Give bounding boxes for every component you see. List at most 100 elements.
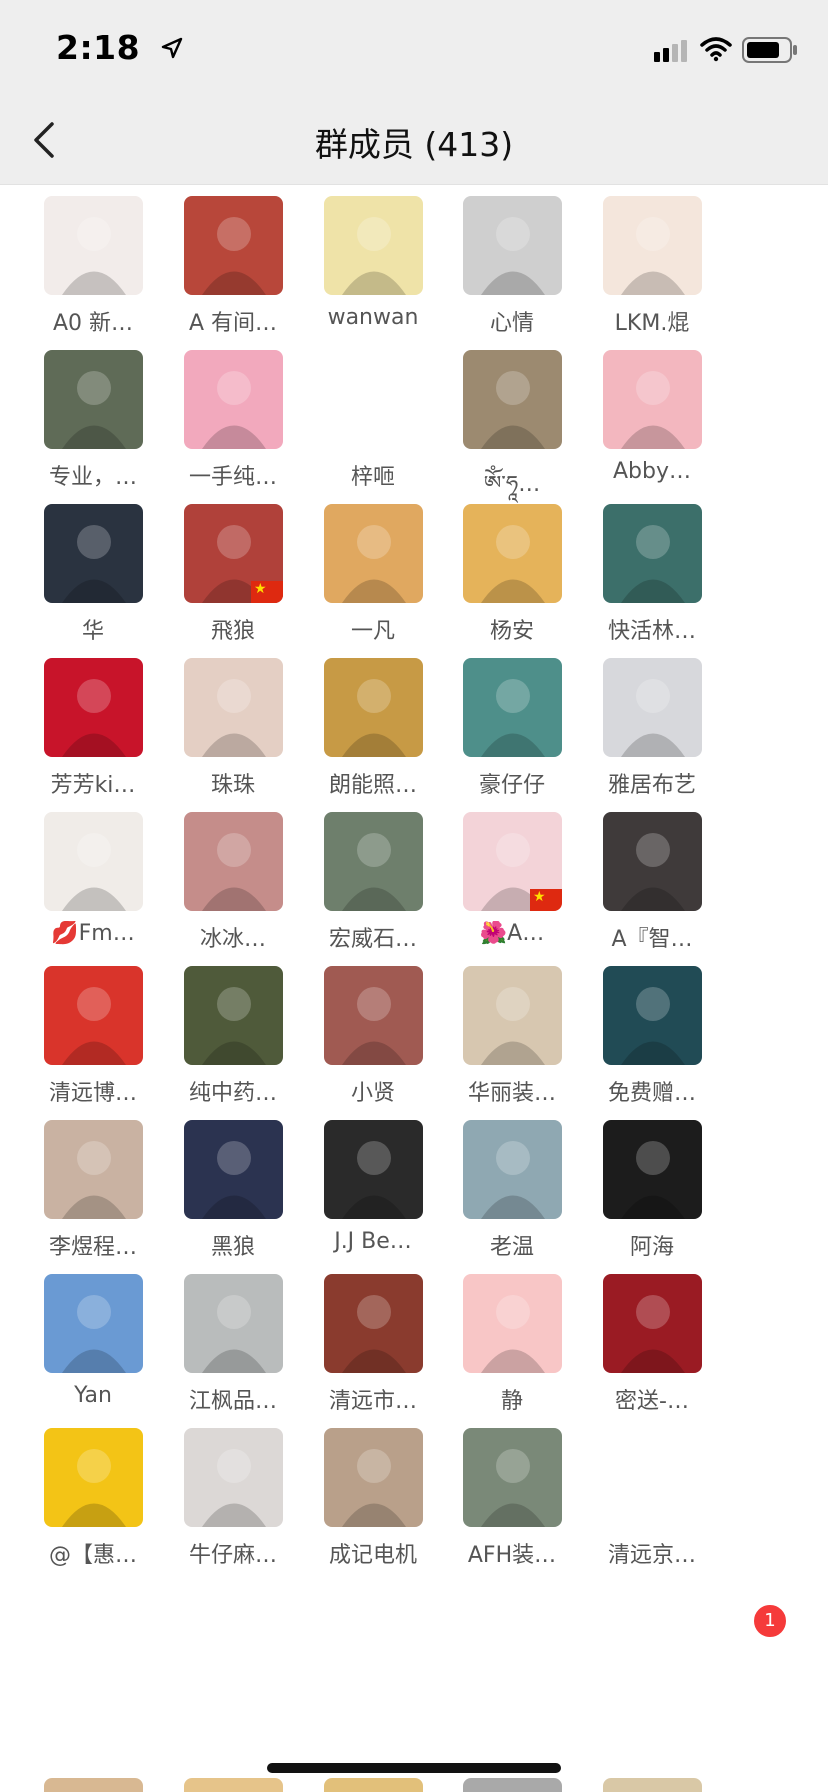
member-item[interactable]: 珠珠 bbox=[158, 647, 308, 823]
avatar[interactable] bbox=[603, 966, 702, 1065]
member-item[interactable]: 免费赠… bbox=[577, 955, 727, 1131]
avatar[interactable] bbox=[44, 1120, 143, 1219]
member-item[interactable]: wanwan bbox=[298, 185, 448, 361]
member-item[interactable]: 牛仔麻… bbox=[158, 1417, 308, 1593]
avatar[interactable] bbox=[184, 196, 283, 295]
member-item[interactable]: 豪仔仔 bbox=[437, 647, 587, 823]
member-item[interactable]: A0 新… bbox=[18, 185, 168, 361]
member-item[interactable]: 江枫品… bbox=[158, 1263, 308, 1439]
avatar[interactable] bbox=[463, 350, 562, 449]
avatar[interactable] bbox=[184, 1428, 283, 1527]
avatar[interactable] bbox=[184, 658, 283, 757]
member-item[interactable]: 李煜程… bbox=[18, 1109, 168, 1285]
avatar[interactable] bbox=[324, 504, 423, 603]
avatar[interactable] bbox=[463, 1120, 562, 1219]
member-item[interactable]: 小贤 bbox=[298, 955, 448, 1131]
member-item[interactable]: 雅居布艺 bbox=[577, 647, 727, 823]
avatar[interactable] bbox=[184, 1274, 283, 1373]
member-item[interactable]: 黑狼 bbox=[158, 1109, 308, 1285]
avatar[interactable] bbox=[44, 966, 143, 1065]
member-item[interactable]: 一手纯… bbox=[158, 339, 308, 515]
member-item[interactable]: 华 bbox=[18, 493, 168, 669]
avatar[interactable] bbox=[44, 350, 143, 449]
member-item[interactable]: 快活林… bbox=[577, 493, 727, 669]
member-item[interactable]: 清远京… bbox=[577, 1417, 727, 1593]
member-item[interactable]: Abby… bbox=[577, 339, 727, 515]
member-item[interactable]: 朗能照… bbox=[298, 647, 448, 823]
member-item[interactable]: 密送-… bbox=[577, 1263, 727, 1439]
avatar[interactable] bbox=[184, 1120, 283, 1219]
member-item[interactable]: 老温 bbox=[437, 1109, 587, 1285]
avatar[interactable] bbox=[463, 196, 562, 295]
member-item[interactable]: 💋Fm… bbox=[18, 801, 168, 977]
avatar[interactable] bbox=[44, 658, 143, 757]
avatar[interactable] bbox=[324, 1274, 423, 1373]
member-item[interactable]: 冰冰… bbox=[158, 801, 308, 977]
avatar[interactable] bbox=[324, 658, 423, 757]
member-item[interactable]: ★ 🌺A… bbox=[437, 801, 587, 977]
avatar[interactable] bbox=[324, 196, 423, 295]
member-item[interactable]: 芳芳ki… bbox=[18, 647, 168, 823]
member-name: J.J Be… bbox=[334, 1229, 412, 1254]
member-item[interactable]: ༀ་ཧཱ… bbox=[437, 339, 587, 515]
avatar[interactable] bbox=[603, 1120, 702, 1219]
avatar[interactable] bbox=[184, 966, 283, 1065]
avatar[interactable] bbox=[184, 1778, 283, 1792]
member-item[interactable]: 阿海 bbox=[577, 1109, 727, 1285]
avatar[interactable] bbox=[463, 658, 562, 757]
avatar[interactable] bbox=[44, 196, 143, 295]
member-item[interactable]: AFH装… bbox=[437, 1417, 587, 1593]
avatar[interactable] bbox=[603, 1428, 702, 1527]
member-name: 江枫品… bbox=[188, 1389, 277, 1414]
member-item[interactable]: 梓咂 bbox=[298, 339, 448, 515]
member-item[interactable]: 清远市… bbox=[298, 1263, 448, 1439]
avatar[interactable] bbox=[324, 350, 423, 449]
avatar[interactable] bbox=[603, 504, 702, 603]
member-item[interactable]: 杨安 bbox=[437, 493, 587, 669]
member-item[interactable]: J.J Be… bbox=[298, 1109, 448, 1285]
member-item[interactable]: 心情 bbox=[437, 185, 587, 361]
avatar[interactable] bbox=[603, 350, 702, 449]
avatar[interactable] bbox=[184, 350, 283, 449]
member-item[interactable]: 专业，… bbox=[18, 339, 168, 515]
avatar[interactable] bbox=[603, 658, 702, 757]
member-name: Abby… bbox=[613, 459, 691, 484]
avatar[interactable] bbox=[463, 966, 562, 1065]
member-item[interactable]: 静 bbox=[437, 1263, 587, 1439]
avatar[interactable] bbox=[463, 1778, 562, 1792]
member-item[interactable]: 一凡 bbox=[298, 493, 448, 669]
avatar[interactable] bbox=[44, 812, 143, 911]
battery-icon bbox=[742, 37, 797, 63]
avatar[interactable] bbox=[603, 1778, 702, 1792]
member-item[interactable]: 清远博… bbox=[18, 955, 168, 1131]
member-item[interactable]: @【惠… bbox=[18, 1417, 168, 1593]
avatar[interactable] bbox=[324, 1120, 423, 1219]
avatar[interactable] bbox=[463, 1428, 562, 1527]
avatar[interactable] bbox=[324, 1778, 423, 1792]
avatar[interactable] bbox=[44, 504, 143, 603]
avatar[interactable] bbox=[324, 812, 423, 911]
avatar[interactable] bbox=[603, 196, 702, 295]
avatar[interactable] bbox=[463, 504, 562, 603]
avatar[interactable] bbox=[603, 812, 702, 911]
member-item[interactable]: 华丽装… bbox=[437, 955, 587, 1131]
avatar[interactable] bbox=[44, 1428, 143, 1527]
member-item[interactable]: 纯中药… bbox=[158, 955, 308, 1131]
member-item[interactable]: A『智… bbox=[577, 801, 727, 977]
member-item[interactable]: LKM.焜 bbox=[577, 185, 727, 361]
member-item[interactable]: ★ 飛狼 bbox=[158, 493, 308, 669]
avatar[interactable] bbox=[324, 966, 423, 1065]
member-item[interactable]: 成记电机 bbox=[298, 1417, 448, 1593]
member-item[interactable]: 宏威石… bbox=[298, 801, 448, 977]
avatar[interactable] bbox=[324, 1428, 423, 1527]
member-item[interactable]: A 有间… bbox=[158, 185, 308, 361]
avatar[interactable] bbox=[603, 1274, 702, 1373]
member-item[interactable]: Yan bbox=[18, 1263, 168, 1439]
avatar[interactable] bbox=[44, 1778, 143, 1792]
home-indicator[interactable] bbox=[267, 1763, 561, 1773]
avatar[interactable] bbox=[44, 1274, 143, 1373]
avatar[interactable]: ★ bbox=[463, 812, 562, 911]
avatar[interactable] bbox=[184, 812, 283, 911]
avatar[interactable]: ★ bbox=[184, 504, 283, 603]
avatar[interactable] bbox=[463, 1274, 562, 1373]
